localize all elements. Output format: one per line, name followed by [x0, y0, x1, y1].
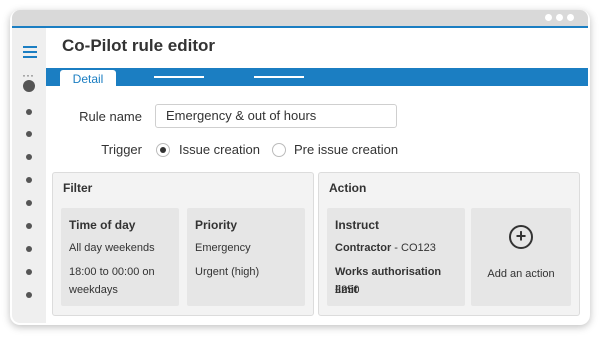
issue-creation-label[interactable]: Issue creation: [179, 142, 260, 157]
sidebar-item[interactable]: [26, 177, 32, 183]
window-dot-icon[interactable]: [545, 14, 552, 21]
sidebar-item[interactable]: [26, 154, 32, 160]
window-controls: [545, 14, 574, 21]
action-panel: Action Instruct Contractor - CO123 Works…: [318, 172, 580, 316]
title-bar: [12, 10, 588, 26]
tab-placeholder[interactable]: [154, 76, 204, 78]
pre-issue-creation-radio[interactable]: [272, 143, 286, 157]
contractor-label: Contractor: [335, 242, 392, 254]
hamburger-icon[interactable]: [23, 46, 37, 61]
filter-panel: Filter Time of day All day weekends 18:0…: [52, 172, 314, 316]
priority-title: Priority: [195, 218, 238, 232]
tab-placeholder[interactable]: [254, 76, 304, 78]
accent-line: [12, 26, 588, 28]
sidebar-item[interactable]: [26, 131, 32, 137]
priority-line: Urgent (high): [195, 266, 260, 278]
window-dot-icon[interactable]: [567, 14, 574, 21]
pre-issue-creation-label[interactable]: Pre issue creation: [294, 142, 398, 157]
action-title: Action: [329, 181, 367, 195]
add-action-card[interactable]: + Add an action: [471, 208, 571, 306]
sidebar-item[interactable]: [26, 269, 32, 275]
sidebar-item-avatar[interactable]: [23, 80, 35, 92]
tab-bar: Detail: [46, 68, 588, 88]
page-title: Co-Pilot rule editor: [62, 36, 215, 55]
time-of-day-title: Time of day: [69, 218, 136, 232]
priority-card[interactable]: Priority Emergency Urgent (high): [187, 208, 305, 306]
sidebar-item[interactable]: [26, 246, 32, 252]
time-of-day-line: 18:00 to 00:00 on: [69, 266, 155, 278]
issue-creation-radio[interactable]: [156, 143, 170, 157]
rule-name-label: Rule name: [79, 109, 142, 124]
sidebar-item[interactable]: [26, 223, 32, 229]
instruct-title: Instruct: [335, 218, 380, 232]
contractor-value: - CO123: [391, 242, 436, 254]
instruct-card[interactable]: Instruct Contractor - CO123 Works author…: [327, 208, 465, 306]
trigger-label: Trigger: [101, 142, 142, 157]
time-of-day-line: All day weekends: [69, 242, 155, 254]
tab-detail[interactable]: Detail: [60, 70, 116, 88]
time-of-day-card[interactable]: Time of day All day weekends 18:00 to 00…: [61, 208, 179, 306]
plus-circle-icon[interactable]: +: [509, 225, 533, 249]
window-dot-icon[interactable]: [556, 14, 563, 21]
sidebar: ···: [12, 28, 46, 323]
sidebar-item[interactable]: [26, 109, 32, 115]
priority-line: Emergency: [195, 242, 251, 254]
sidebar-item[interactable]: [26, 200, 32, 206]
rule-name-input[interactable]: Emergency & out of hours: [155, 104, 397, 128]
sidebar-item[interactable]: [26, 292, 32, 298]
limit-value: £250: [335, 284, 360, 296]
add-action-label[interactable]: Add an action: [471, 265, 571, 283]
filter-title: Filter: [63, 181, 93, 195]
time-of-day-line: weekdays: [69, 284, 118, 296]
contractor-line: Contractor - CO123: [335, 239, 436, 257]
